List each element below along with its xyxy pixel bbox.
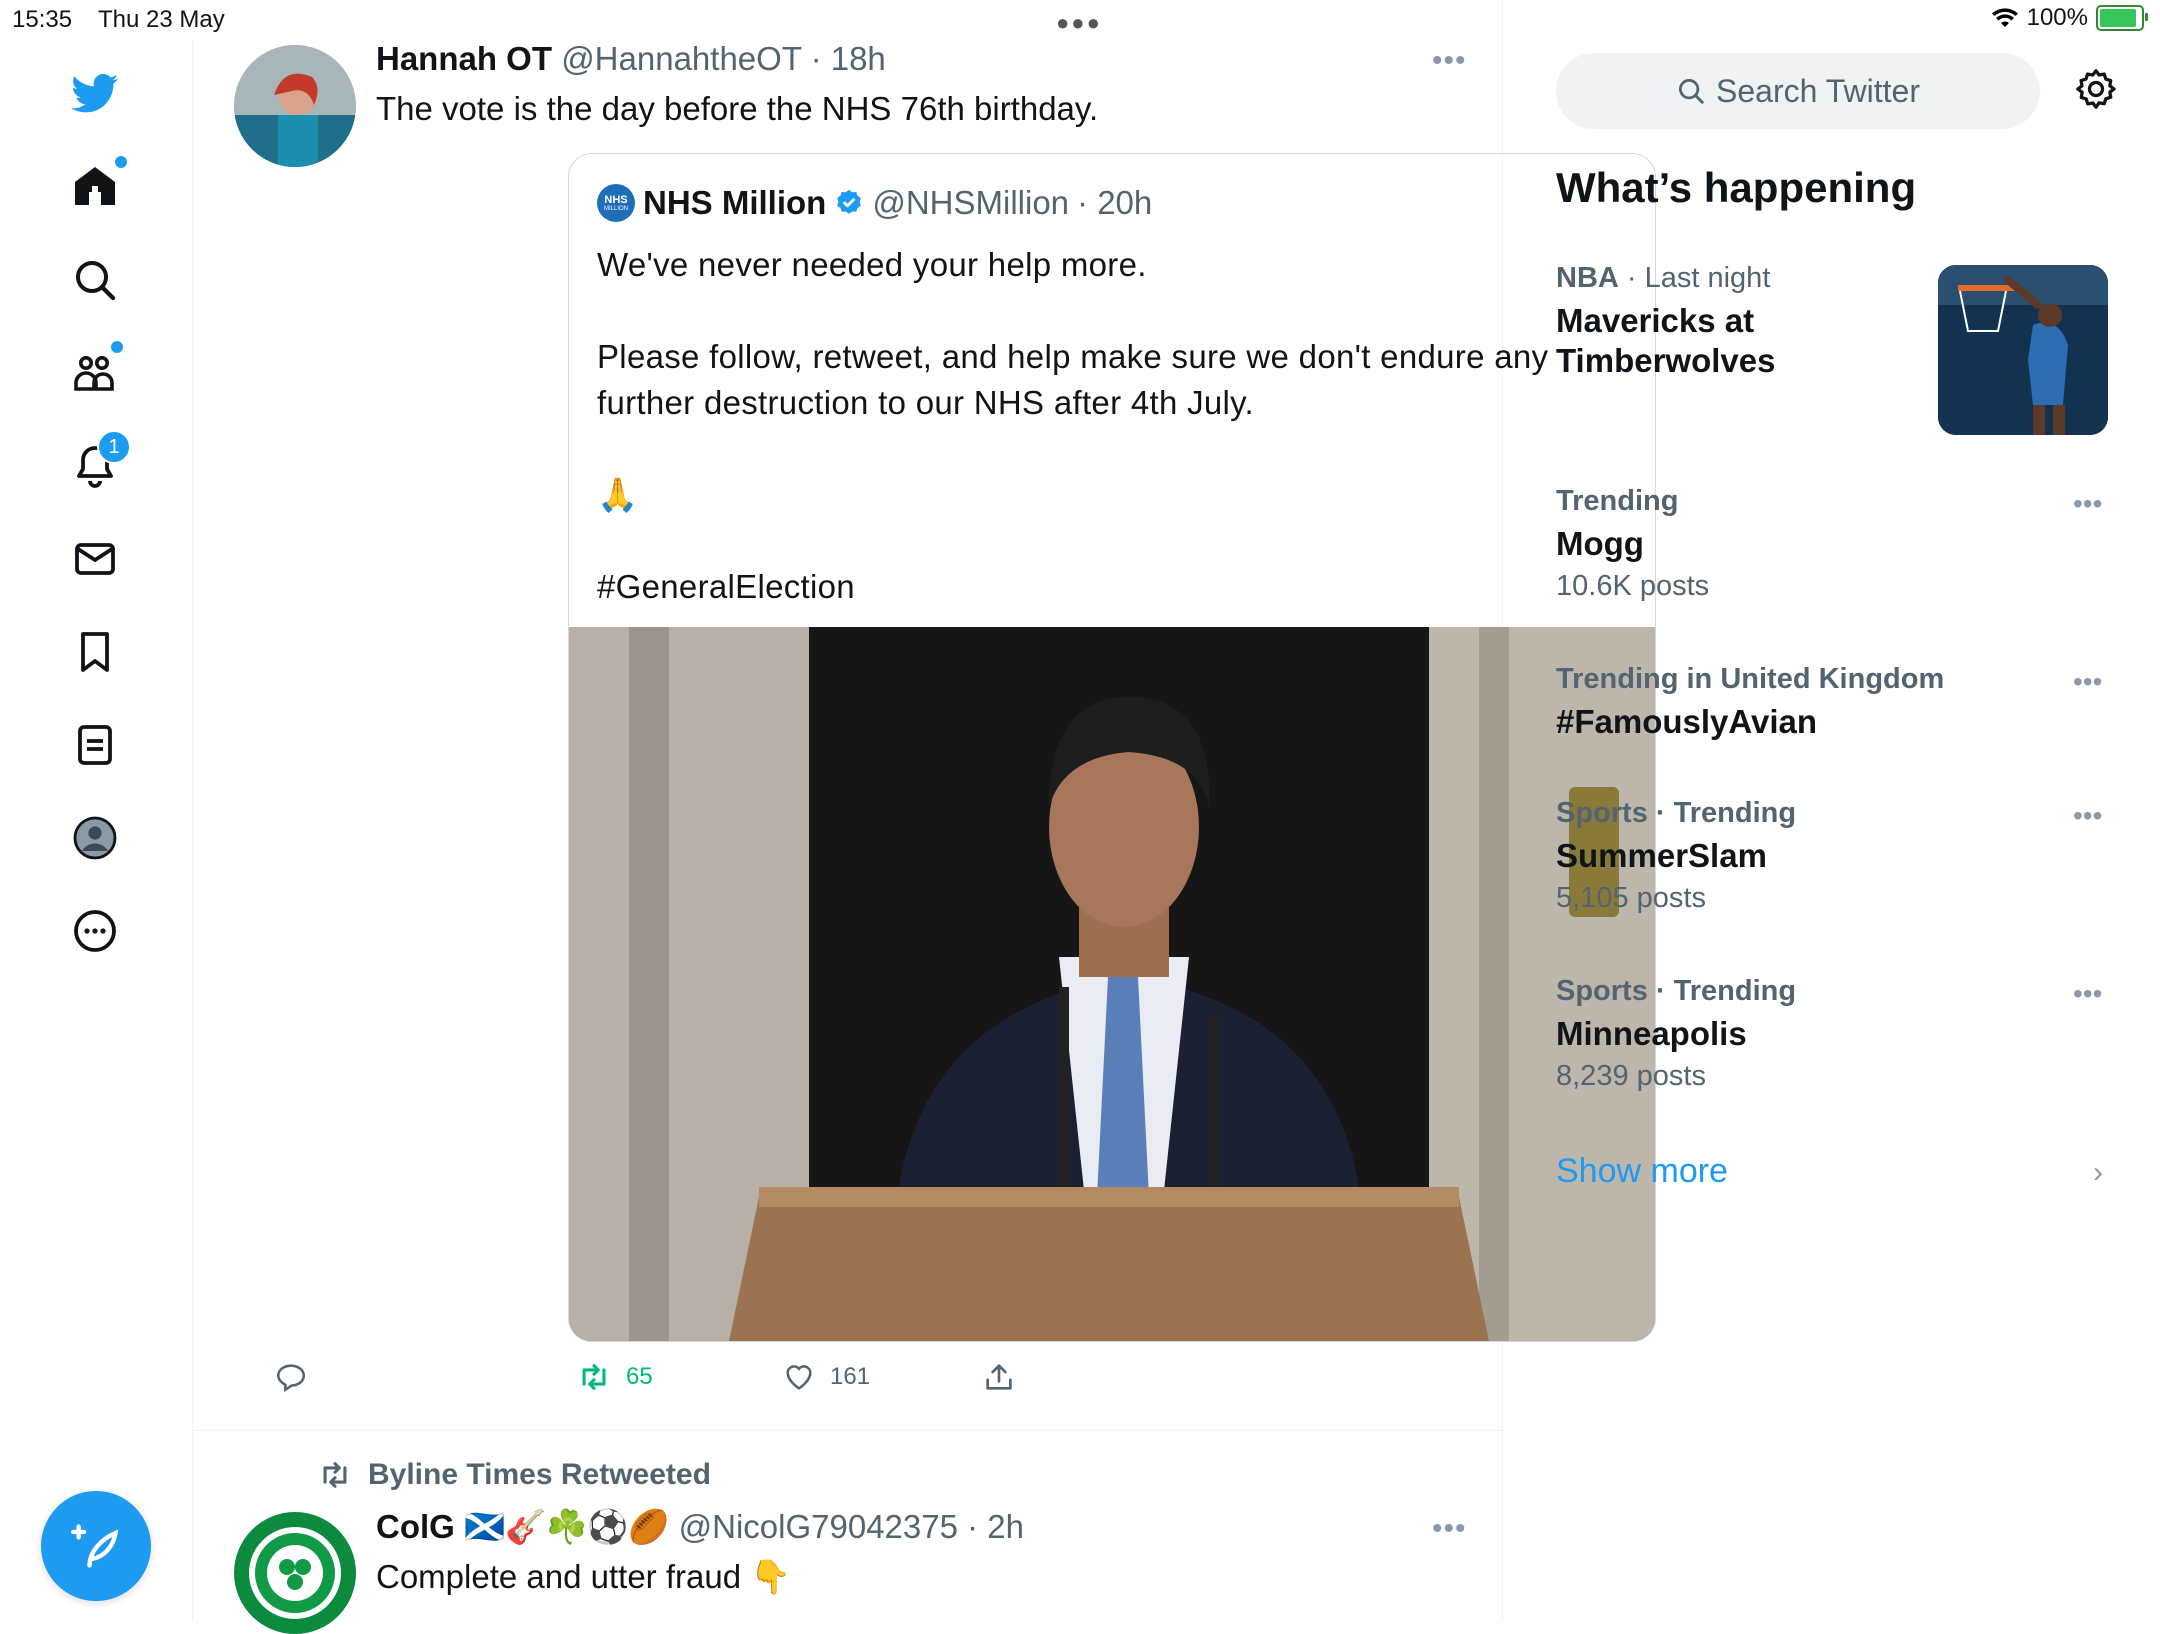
right-sidebar: Search Twitter What’s happening NBA · La… bbox=[1503, 0, 2160, 1620]
more-icon[interactable] bbox=[67, 903, 123, 959]
avatar[interactable] bbox=[234, 45, 356, 167]
notification-count-badge: 1 bbox=[97, 430, 131, 464]
like-count: 161 bbox=[830, 1363, 871, 1390]
trend-count: 10.6K posts bbox=[1556, 570, 1710, 602]
verified-badge-icon bbox=[837, 189, 862, 214]
author-handle[interactable]: @HannahtheOT bbox=[561, 40, 801, 77]
twitter-bird-icon[interactable] bbox=[67, 65, 123, 121]
trend-title: SummerSlam bbox=[1556, 837, 1767, 874]
trend-more-icon[interactable]: ••• bbox=[2073, 666, 2102, 698]
tweet-header: Hannah OT @HannahtheOT · 18h bbox=[376, 40, 886, 78]
left-navigation: 1 bbox=[0, 40, 193, 1620]
trend-title: Mavericks at Timberwolves bbox=[1556, 302, 1776, 379]
communities-icon[interactable] bbox=[67, 339, 125, 401]
trend-meta: Trending bbox=[1556, 485, 1679, 517]
trend-count: 8,239 posts bbox=[1556, 1060, 1706, 1092]
retweet-count: 65 bbox=[626, 1363, 653, 1390]
tweet-time[interactable]: · 18h bbox=[811, 40, 886, 77]
trend-more-icon[interactable]: ••• bbox=[2073, 488, 2102, 520]
retweeted-by-row[interactable]: Byline Times Retweeted bbox=[316, 1458, 711, 1492]
search-icon bbox=[1679, 79, 1704, 104]
trend-more-icon[interactable]: ••• bbox=[2073, 800, 2102, 832]
chevron-right-icon[interactable]: › bbox=[2093, 1156, 2103, 1190]
home-unread-dot bbox=[113, 154, 129, 170]
show-more-link[interactable]: Show more bbox=[1556, 1152, 1728, 1191]
retweet-icon bbox=[582, 1364, 606, 1390]
trend-meta: Trending in United Kingdom bbox=[1556, 663, 1945, 695]
whats-happening-heading: What’s happening bbox=[1556, 164, 1917, 211]
trend-title: #FamouslyAvian bbox=[1556, 703, 1818, 740]
quoted-author-handle: @NHSMillion bbox=[872, 184, 1070, 221]
quoted-tweet-header: NHS MILLION NHS Million @NHSMillion · 20… bbox=[597, 184, 1152, 222]
trend-thumbnail[interactable] bbox=[1938, 265, 2108, 435]
tweet-time[interactable]: · 2h bbox=[967, 1508, 1024, 1545]
clock: 15:35 bbox=[12, 6, 73, 33]
home-icon[interactable] bbox=[67, 154, 129, 214]
timeline: Hannah OT @HannahtheOT · 18h ••• The vot… bbox=[192, 0, 1656, 1634]
gear-icon bbox=[2076, 69, 2116, 109]
quoted-tweet-time: · 20h bbox=[1077, 184, 1153, 221]
bell-icon[interactable]: 1 bbox=[67, 430, 131, 494]
search-input[interactable]: Search Twitter bbox=[1556, 53, 2040, 129]
like-action[interactable]: 161 bbox=[782, 1360, 870, 1394]
heart-icon bbox=[786, 1365, 812, 1390]
nhs-million-logo: NHS MILLION bbox=[597, 184, 635, 222]
reply-icon bbox=[276, 1364, 306, 1393]
trend-item[interactable]: Sports · Trending SummerSlam 5,105 posts bbox=[1556, 797, 2116, 915]
trend-title: Minneapolis bbox=[1556, 1015, 1747, 1052]
search-icon[interactable] bbox=[67, 252, 123, 308]
trend-more-icon[interactable]: ••• bbox=[2073, 978, 2102, 1010]
more-options-icon[interactable]: ••• bbox=[1432, 1512, 1467, 1546]
trend-title: Mogg bbox=[1556, 525, 1644, 562]
retweet-icon bbox=[323, 1462, 347, 1488]
tweet-text: The vote is the day before the NHS 76th … bbox=[376, 90, 1099, 127]
trend-item[interactable]: Trending Mogg 10.6K posts bbox=[1556, 485, 2116, 603]
quoted-tweet[interactable]: NHS MILLION NHS Million @NHSMillion · 20… bbox=[568, 153, 1656, 1342]
tweet-divider bbox=[192, 1430, 1502, 1431]
share-action[interactable] bbox=[982, 1360, 1016, 1394]
trend-meta: Sports · Trending bbox=[1556, 975, 1797, 1007]
share-icon bbox=[986, 1364, 1012, 1390]
trend-count: 5,105 posts bbox=[1556, 882, 1706, 914]
trend-item[interactable]: Sports · Trending Minneapolis 8,239 post… bbox=[1556, 975, 2116, 1093]
trend-item[interactable]: NBA · Last night Mavericks at Timberwolv… bbox=[1556, 262, 1926, 381]
bookmark-icon[interactable] bbox=[67, 624, 123, 680]
avatar[interactable] bbox=[234, 1512, 356, 1634]
lists-icon[interactable] bbox=[67, 717, 123, 773]
author-name[interactable]: Hannah OT bbox=[376, 40, 552, 77]
tweet-text: Complete and utter fraud 👇 bbox=[376, 1558, 792, 1595]
search-placeholder: Search Twitter bbox=[1716, 72, 1920, 109]
trend-item[interactable]: Trending in United Kingdom #FamouslyAvia… bbox=[1556, 663, 2116, 742]
author-name[interactable]: ColG 🏴󠁧󠁢󠁳󠁣󠁴󠁿🎸☘️⚽🏉 bbox=[376, 1508, 669, 1545]
more-options-icon[interactable]: ••• bbox=[1432, 44, 1467, 78]
retweet-action[interactable]: 65 bbox=[576, 1360, 653, 1394]
trend-meta: Sports · Trending bbox=[1556, 797, 1797, 829]
author-handle[interactable]: @NicolG79042375 bbox=[679, 1508, 958, 1545]
quoted-author-name: NHS Million bbox=[643, 184, 827, 221]
compose-icon bbox=[71, 1524, 119, 1568]
mail-icon[interactable] bbox=[67, 531, 123, 587]
settings-button[interactable] bbox=[2073, 66, 2119, 117]
reply-action[interactable] bbox=[274, 1360, 308, 1394]
profile-icon[interactable] bbox=[67, 810, 123, 866]
retweeted-by-label: Byline Times Retweeted bbox=[368, 1458, 711, 1491]
compose-button[interactable] bbox=[41, 1491, 151, 1601]
communities-unread-dot bbox=[109, 339, 125, 355]
tweet-photo[interactable] bbox=[569, 627, 1655, 1341]
quoted-tweet-text: We've never needed your help more. Pleas… bbox=[597, 246, 1549, 605]
tweet-header: ColG 🏴󠁧󠁢󠁳󠁣󠁴󠁿🎸☘️⚽🏉 @NicolG79042375 · 2h bbox=[376, 1508, 1024, 1547]
